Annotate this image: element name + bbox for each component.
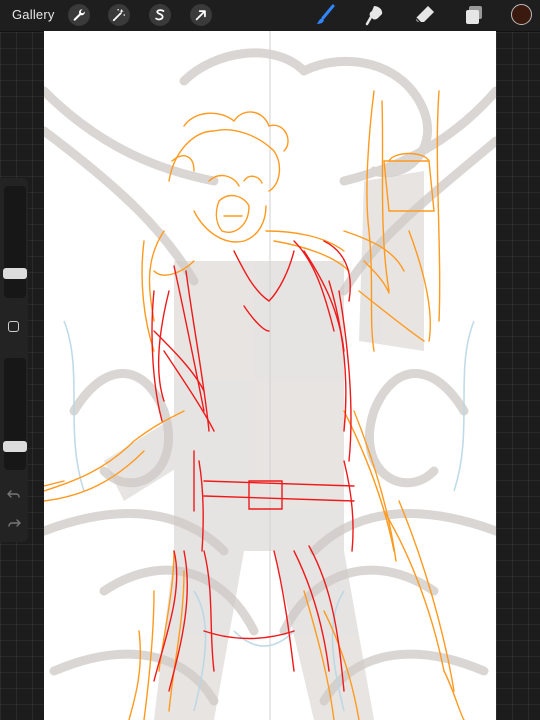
brush-icon[interactable]	[313, 3, 337, 27]
left-sidebar	[0, 178, 28, 542]
actions-button[interactable]	[68, 4, 90, 26]
magic-wand-icon	[112, 8, 126, 22]
adjustments-button[interactable]	[108, 4, 130, 26]
selection-s-icon	[155, 9, 165, 21]
redo-icon[interactable]	[6, 515, 22, 531]
layers-icon[interactable]	[462, 3, 486, 27]
color-swatch-button[interactable]	[511, 4, 532, 25]
selection-button[interactable]	[149, 4, 171, 26]
eraser-icon[interactable]	[413, 3, 437, 27]
transform-button[interactable]	[190, 4, 212, 26]
drawing-canvas[interactable]	[44, 31, 496, 720]
top-toolbar: Gallery	[0, 0, 540, 32]
undo-icon[interactable]	[6, 486, 22, 502]
brush-opacity-thumb[interactable]	[3, 441, 27, 452]
arrow-cursor-icon	[195, 10, 206, 21]
brush-size-thumb[interactable]	[3, 268, 27, 279]
gallery-button[interactable]: Gallery	[12, 7, 55, 22]
brush-opacity-slider[interactable]	[3, 358, 27, 470]
brush-size-slider[interactable]	[3, 186, 27, 298]
modify-button[interactable]	[8, 321, 19, 332]
wrench-icon	[73, 9, 85, 21]
smudge-icon[interactable]	[364, 3, 388, 27]
sketch-artwork	[44, 31, 496, 720]
